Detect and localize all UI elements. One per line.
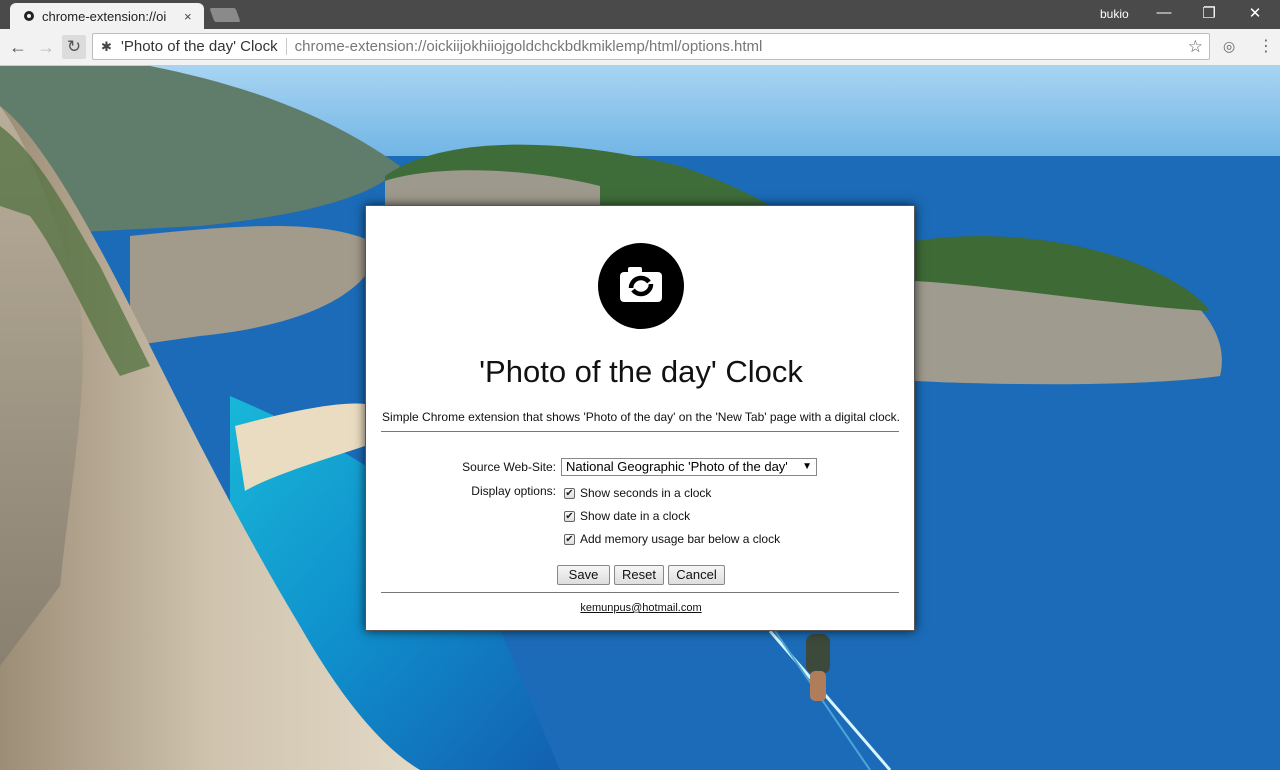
contact-email-link[interactable]: kemunpus@hotmail.com	[366, 602, 916, 614]
option-label: Add memory usage bar below a clock	[580, 532, 781, 546]
url-text[interactable]: chrome-extension://oickiijokhiiojgoldchc…	[295, 38, 763, 55]
back-arrow-icon[interactable]: ←	[6, 35, 30, 59]
display-options-label: Display options:	[471, 484, 556, 498]
checkbox-show-seconds[interactable]: ✔	[564, 487, 575, 499]
save-button[interactable]: Save	[557, 565, 610, 585]
checkbox-memory-bar[interactable]: ✔	[564, 533, 575, 545]
cancel-button[interactable]: Cancel	[668, 565, 725, 585]
divider-bottom	[381, 592, 899, 593]
option-memory-bar[interactable]: ✔ Add memory usage bar below a clock	[564, 532, 780, 546]
menu-icon[interactable]: ⋮	[1258, 36, 1274, 56]
reset-button[interactable]: Reset	[614, 565, 664, 585]
address-bar[interactable]: ✱ 'Photo of the day' Clock chrome-extens…	[92, 33, 1210, 60]
tab-title: chrome-extension://oi	[42, 8, 167, 24]
divider-top	[381, 431, 899, 432]
camera-icon	[598, 243, 684, 329]
site-name: 'Photo of the day' Clock	[121, 38, 278, 55]
options-dialog: 'Photo of the day' Clock Simple Chrome e…	[365, 205, 915, 631]
option-show-seconds[interactable]: ✔ Show seconds in a clock	[564, 486, 711, 500]
restore-icon[interactable]: ❐	[1199, 4, 1219, 22]
browser-tab[interactable]: chrome-extension://oi ×	[10, 3, 204, 29]
page-title: 'Photo of the day' Clock	[479, 354, 803, 389]
forward-arrow-icon[interactable]: →	[34, 35, 58, 59]
source-label: Source Web-Site:	[462, 460, 556, 474]
minimize-icon[interactable]: —	[1154, 4, 1174, 21]
source-selected-value: National Geographic 'Photo of the day'	[566, 459, 788, 474]
checkbox-show-date[interactable]: ✔	[564, 510, 575, 522]
close-window-icon[interactable]: ✕	[1245, 4, 1265, 22]
profile-name[interactable]: bukio	[1100, 7, 1129, 21]
new-tab-button[interactable]	[209, 8, 241, 22]
source-select[interactable]: National Geographic 'Photo of the day' ▼	[561, 458, 817, 476]
option-show-date[interactable]: ✔ Show date in a clock	[564, 509, 690, 523]
star-icon[interactable]: ☆	[1188, 37, 1203, 57]
chevron-down-icon: ▼	[802, 461, 812, 472]
option-label: Show date in a clock	[580, 509, 691, 523]
extension-puzzle-icon: ✱	[101, 38, 112, 54]
page-description: Simple Chrome extension that shows 'Phot…	[382, 410, 900, 424]
browser-toolbar: ← → ↻ ✱ 'Photo of the day' Clock chrome-…	[0, 29, 1280, 66]
reload-icon[interactable]: ↻	[62, 35, 86, 59]
camera-logo-svg	[620, 267, 662, 302]
favicon-icon	[24, 11, 34, 21]
omnibox-separator	[285, 38, 287, 55]
tab-close-icon[interactable]: ×	[184, 9, 192, 24]
extension-icon[interactable]: ◎	[1223, 38, 1235, 55]
browser-titlebar: chrome-extension://oi × bukio — ❐ ✕	[0, 0, 1280, 29]
option-label: Show seconds in a clock	[580, 486, 712, 500]
